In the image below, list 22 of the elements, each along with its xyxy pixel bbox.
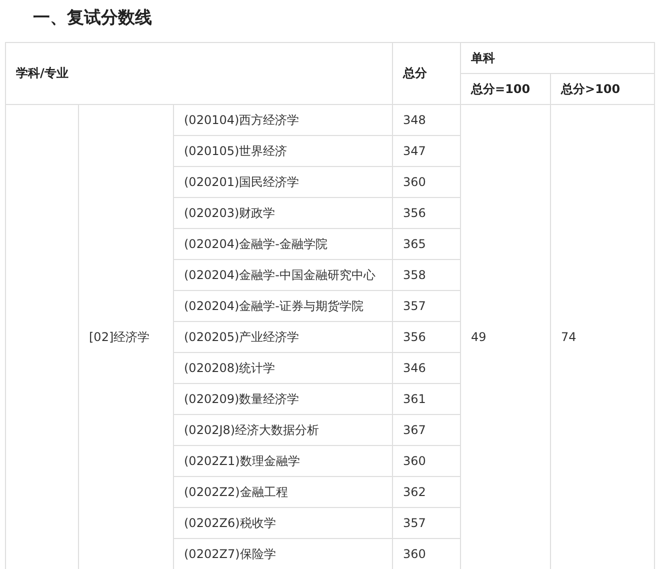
table-cell: (020105)世界经济 <box>174 136 393 166</box>
header-cell: 总分 <box>392 42 461 104</box>
table-cell: (020204)金融学-中国金融研究中心 <box>174 260 393 290</box>
table-cell: (0202Z1)数理金融学 <box>174 446 393 476</box>
table-cell: (0202J8)经济大数据分析 <box>174 414 393 446</box>
header-cell: 单科 <box>460 42 655 74</box>
header-cell: 总分>100 <box>550 74 655 104</box>
table-cell: (020203)财政学 <box>174 198 393 228</box>
table-cell: (0202Z2)金融工程 <box>174 476 393 508</box>
table-cell: (020104)西方经济学 <box>174 104 393 136</box>
table-cell: (020201)国民经济学 <box>174 166 393 198</box>
table-cell: 49 <box>460 104 551 569</box>
table-cell: (020209)数量经济学 <box>174 384 393 414</box>
table-cell: (020204)金融学-证券与期货学院 <box>174 290 393 322</box>
table-cell: (020205)产业经济学 <box>174 322 393 352</box>
header-cell: 总分=100 <box>460 74 551 104</box>
table-cell: 348 <box>392 104 461 136</box>
section-heading: 一、复试分数线 <box>33 7 152 30</box>
table-cell: (0202Z6)税收学 <box>174 508 393 538</box>
table-cell: (020208)统计学 <box>174 352 393 384</box>
table-cell: (020204)金融学-金融学院 <box>174 228 393 260</box>
header-cell: 学科/专业 <box>6 42 393 104</box>
